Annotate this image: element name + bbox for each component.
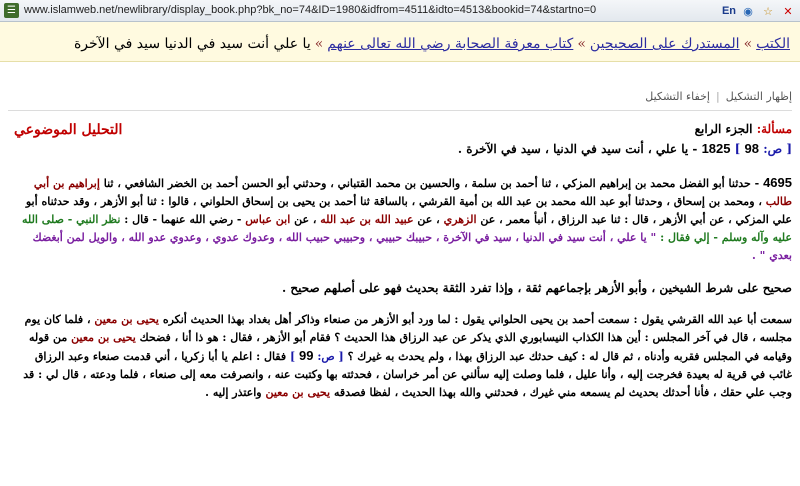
page-close: ] (734, 142, 741, 156)
commentary-text: سمعت أبا عبد الله القرشي يقول : سمعت أحم… (14, 311, 792, 402)
breadcrumb-current: يا علي أنت سيد في الدنيا سيد في الآخرة (73, 36, 311, 52)
hadith-isnad: ، عن (417, 213, 440, 226)
hadith-title: - يا علي ، أنت سيد في الدنيا ، سيد في ال… (457, 142, 698, 156)
narrator-link[interactable]: عبيد الله بن عبد الله (320, 213, 413, 226)
divider (8, 110, 792, 111)
browser-address-bar: ☰ www.islamweb.net/newlibrary/display_bo… (0, 0, 800, 22)
address-url[interactable]: www.islamweb.net/newlibrary/display_book… (24, 4, 596, 16)
hadith-isnad: - رضي الله عنهما - قال : (124, 213, 242, 226)
page-open: [ ص: (317, 350, 344, 363)
hide-tashkeel-button[interactable]: إخفاء التشكيل (645, 90, 710, 103)
hadith-isnad: ، عن (294, 213, 317, 226)
hadith-heading: [ ص: 98 ] 1825 - يا علي ، أنت سيد في الد… (14, 140, 792, 158)
breadcrumb-home[interactable]: الكتب (756, 36, 790, 52)
page-close: ] (289, 350, 296, 363)
breadcrumb-section[interactable]: كتاب معرفة الصحابة رضي الله تعالى عنهم (327, 36, 573, 52)
hadith-text: 4695 - حدثنا أبو الفضل محمد بن إبراهيم ا… (14, 174, 792, 265)
topic-analysis-link[interactable]: التحليل الموضوعي (14, 122, 122, 138)
breadcrumb-sep: » (314, 36, 324, 52)
commentary-segment: واعتذر إليه . (205, 386, 262, 399)
masala-label: مسألة: (756, 122, 792, 136)
page-number: 98 (744, 141, 760, 156)
breadcrumb-sep: » (577, 36, 586, 52)
narrator-link[interactable]: الزهري (444, 213, 477, 226)
lang-translate-icon[interactable]: En (722, 5, 736, 17)
close-icon[interactable]: ✕ (780, 5, 796, 18)
narrator-link[interactable]: يحيى بن معين (71, 331, 136, 344)
breadcrumb-sep: » (743, 36, 753, 52)
star-icon[interactable]: ☆ (760, 5, 776, 18)
page-number: 99 (299, 348, 314, 363)
book-content: مسألة: الجزء الرابع التحليل الموضوعي [ ص… (0, 122, 800, 402)
tashkeel-toolbar: إظهار التشكيل | إخفاء التشكيل (0, 90, 800, 103)
page-marker: [ ص: 98 ] (734, 141, 792, 156)
page-open: [ ص: (763, 142, 792, 156)
masala-info: مسألة: الجزء الرابع (695, 122, 792, 136)
show-tashkeel-button[interactable]: إظهار التشكيل (726, 90, 792, 103)
grading-text: صحيح على شرط الشيخين ، وأبو الأزهر بإجما… (282, 281, 792, 295)
narrator-link[interactable]: يحيى بن معين (94, 313, 159, 326)
narrator-link[interactable]: ابن عباس (245, 213, 290, 226)
hadith-number: 4695 (763, 175, 792, 190)
masala-header: مسألة: الجزء الرابع التحليل الموضوعي (14, 122, 792, 140)
commentary-segment: سمعت أبا عبد الله القرشي يقول : سمعت أحم… (162, 313, 792, 326)
narrator-link[interactable]: يحيى بن معين (265, 386, 330, 399)
page-marker: [ ص: 99 ] (289, 348, 344, 363)
toolbar-divider: | (715, 90, 720, 103)
site-favicon-icon: ☰ (4, 3, 19, 18)
breadcrumb: الكتب»المستدرك على الصحيحين»كتاب معرفة ا… (0, 22, 800, 62)
part-label: الجزء الرابع (694, 122, 753, 136)
hadith-id: 1825 (701, 141, 731, 156)
globe-icon[interactable]: ◉ (740, 5, 756, 18)
breadcrumb-book[interactable]: المستدرك على الصحيحين (590, 36, 740, 52)
browser-toolbar-icons: En ◉ ☆ ✕ (722, 2, 796, 20)
hadith-isnad: - حدثنا أبو الفضل محمد بن إبراهيم المزكي… (103, 177, 760, 190)
